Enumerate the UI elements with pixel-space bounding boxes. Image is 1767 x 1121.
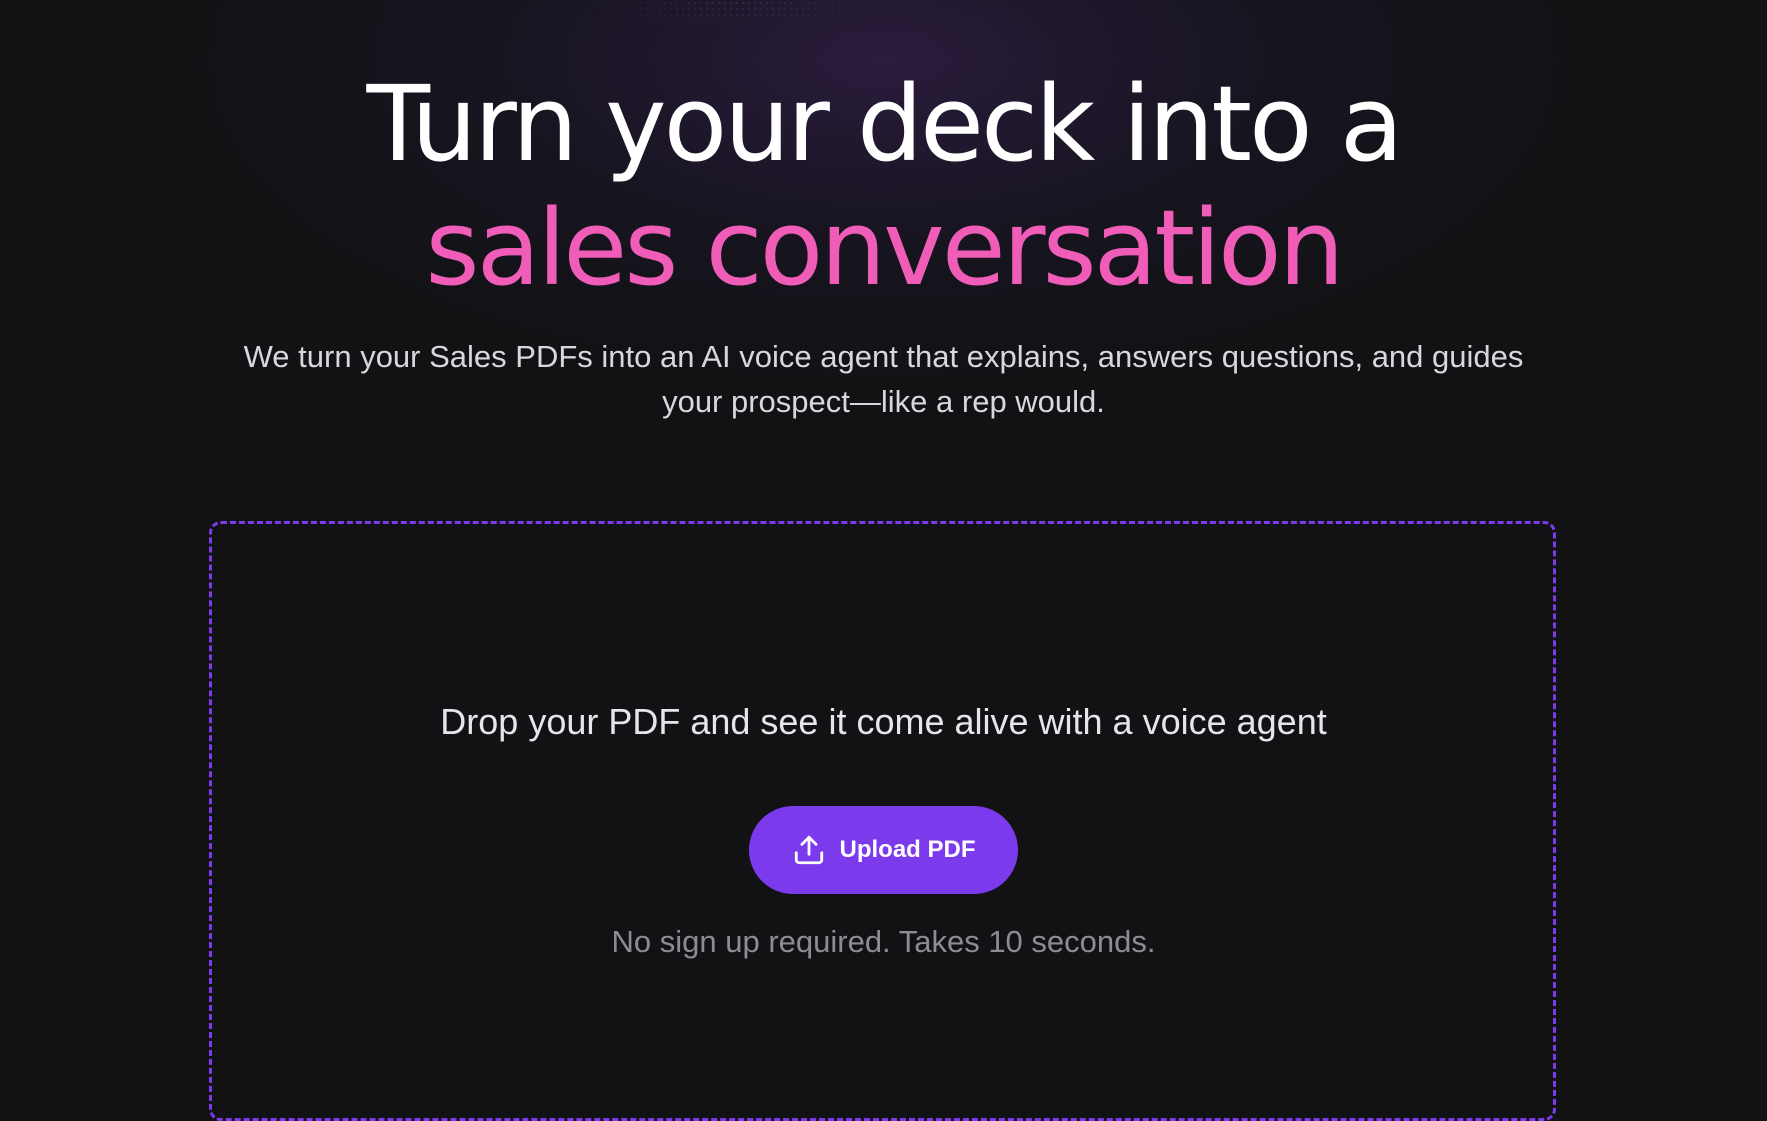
dropzone-title: Drop your PDF and see it come alive with… [440,701,1327,742]
headline-line-2-highlight: sales conversation [425,187,1344,309]
upload-icon [792,833,826,867]
headline-line-1: Turn your deck into a [366,63,1404,185]
upload-pdf-label: Upload PDF [839,836,976,863]
decorative-dot-pattern [590,0,890,50]
upload-pdf-button[interactable]: Upload PDF [749,806,1018,894]
no-signup-note: No sign up required. Takes 10 seconds. [611,924,1156,959]
hero-subtitle: We turn your Sales PDFs into an AI voice… [243,339,1524,419]
hero-headline: Turn your deck into a sales conversation [0,62,1767,310]
